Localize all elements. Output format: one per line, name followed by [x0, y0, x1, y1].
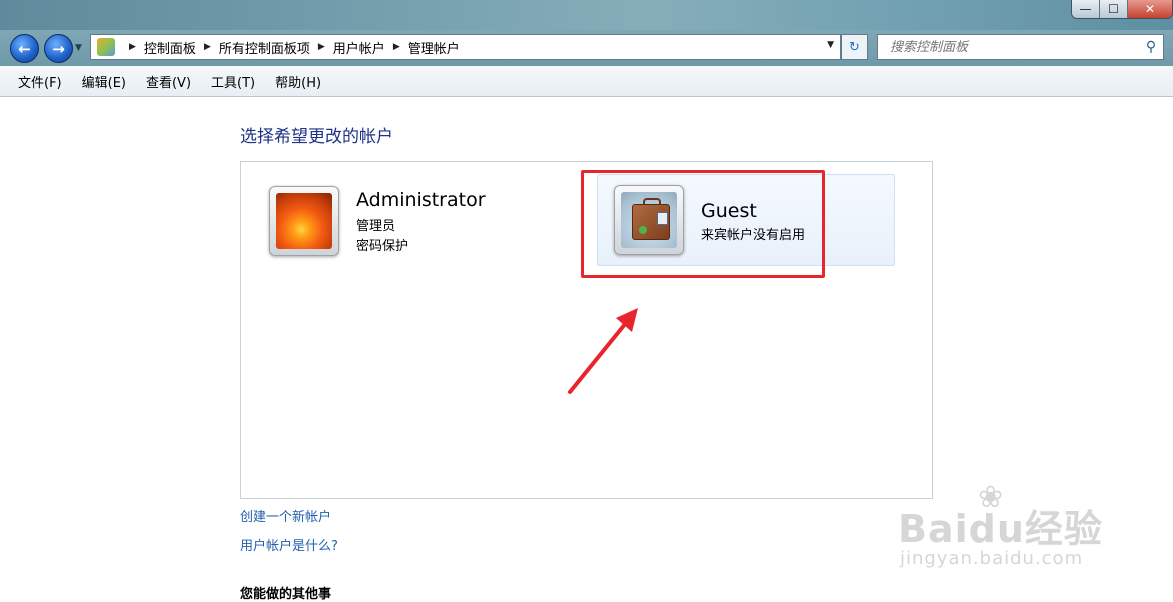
- forward-button[interactable]: →: [44, 34, 73, 63]
- recent-pages-dropdown[interactable]: ▼: [75, 43, 82, 53]
- avatar: [269, 186, 339, 256]
- what-is-user-account-link[interactable]: 用户帐户是什么?: [240, 535, 338, 554]
- watermark-brand: Baidu经验: [898, 507, 1103, 551]
- status-dot-icon: [639, 226, 647, 234]
- window-titlebar: — ☐ ✕: [0, 0, 1173, 30]
- account-role: 管理员: [356, 219, 396, 234]
- menu-help[interactable]: 帮助(H): [265, 72, 331, 91]
- paw-logo-icon: ❀: [978, 480, 1004, 515]
- menu-tools[interactable]: 工具(T): [201, 72, 265, 91]
- chevron-right-icon[interactable]: ▶: [318, 42, 325, 52]
- menu-bar: 文件(F) 编辑(E) 查看(V) 工具(T) 帮助(H): [0, 66, 1173, 97]
- arrow-left-icon: ←: [18, 39, 31, 58]
- account-status: 密码保护: [356, 239, 409, 254]
- account-name: Guest: [701, 200, 757, 222]
- page-title: 选择希望更改的帐户: [240, 127, 393, 147]
- breadcrumb-manage-accounts[interactable]: 管理帐户: [408, 38, 460, 57]
- account-name: Administrator: [356, 189, 486, 211]
- avatar: [614, 185, 684, 255]
- chevron-right-icon[interactable]: ▶: [204, 42, 211, 52]
- breadcrumb-control-panel[interactable]: 控制面板: [144, 38, 196, 57]
- chevron-right-icon[interactable]: ▶: [129, 42, 136, 52]
- watermark-url: jingyan.baidu.com: [900, 548, 1084, 569]
- search-box[interactable]: ⚲: [877, 34, 1164, 60]
- account-tile-administrator[interactable]: Administrator 管理员 密码保护: [267, 182, 567, 272]
- breadcrumb-user-accounts[interactable]: 用户帐户: [333, 38, 385, 57]
- account-tile-guest[interactable]: Guest 来宾帐户没有启用: [597, 174, 895, 266]
- maximize-button[interactable]: ☐: [1099, 0, 1127, 18]
- menu-view[interactable]: 查看(V): [136, 72, 201, 91]
- address-dropdown[interactable]: ▼: [827, 40, 834, 50]
- refresh-button[interactable]: ↻: [841, 34, 868, 60]
- luggage-tag-icon: [657, 212, 668, 225]
- search-input[interactable]: [888, 38, 1139, 56]
- other-tasks-heading: 您能做的其他事: [240, 587, 332, 602]
- address-box[interactable]: ▶ 控制面板 ▶ 所有控制面板项 ▶ 用户帐户 ▶ 管理帐户 ▼: [90, 34, 841, 60]
- suitcase-avatar-icon: [621, 192, 677, 248]
- close-button[interactable]: ✕: [1127, 0, 1172, 18]
- back-button[interactable]: ←: [10, 34, 39, 63]
- annotation-arrow-icon: [568, 308, 638, 394]
- address-toolbar: ← → ▼ ▶ 控制面板 ▶ 所有控制面板项 ▶ 用户帐户 ▶ 管理帐户 ▼ ↻…: [0, 30, 1173, 66]
- refresh-icon: ↻: [849, 39, 860, 55]
- search-icon[interactable]: ⚲: [1139, 39, 1163, 55]
- control-panel-icon: [97, 38, 115, 56]
- create-account-link[interactable]: 创建一个新帐户: [240, 506, 331, 525]
- breadcrumb-all-items[interactable]: 所有控制面板项: [219, 38, 310, 57]
- minimize-button[interactable]: —: [1072, 0, 1099, 18]
- menu-edit[interactable]: 编辑(E): [72, 72, 136, 91]
- window-controls: — ☐ ✕: [1071, 0, 1173, 19]
- flower-avatar-icon: [276, 193, 332, 249]
- chevron-right-icon[interactable]: ▶: [393, 42, 400, 52]
- account-status: 来宾帐户没有启用: [701, 228, 806, 243]
- arrow-right-icon: →: [52, 39, 65, 58]
- menu-file[interactable]: 文件(F): [0, 72, 72, 91]
